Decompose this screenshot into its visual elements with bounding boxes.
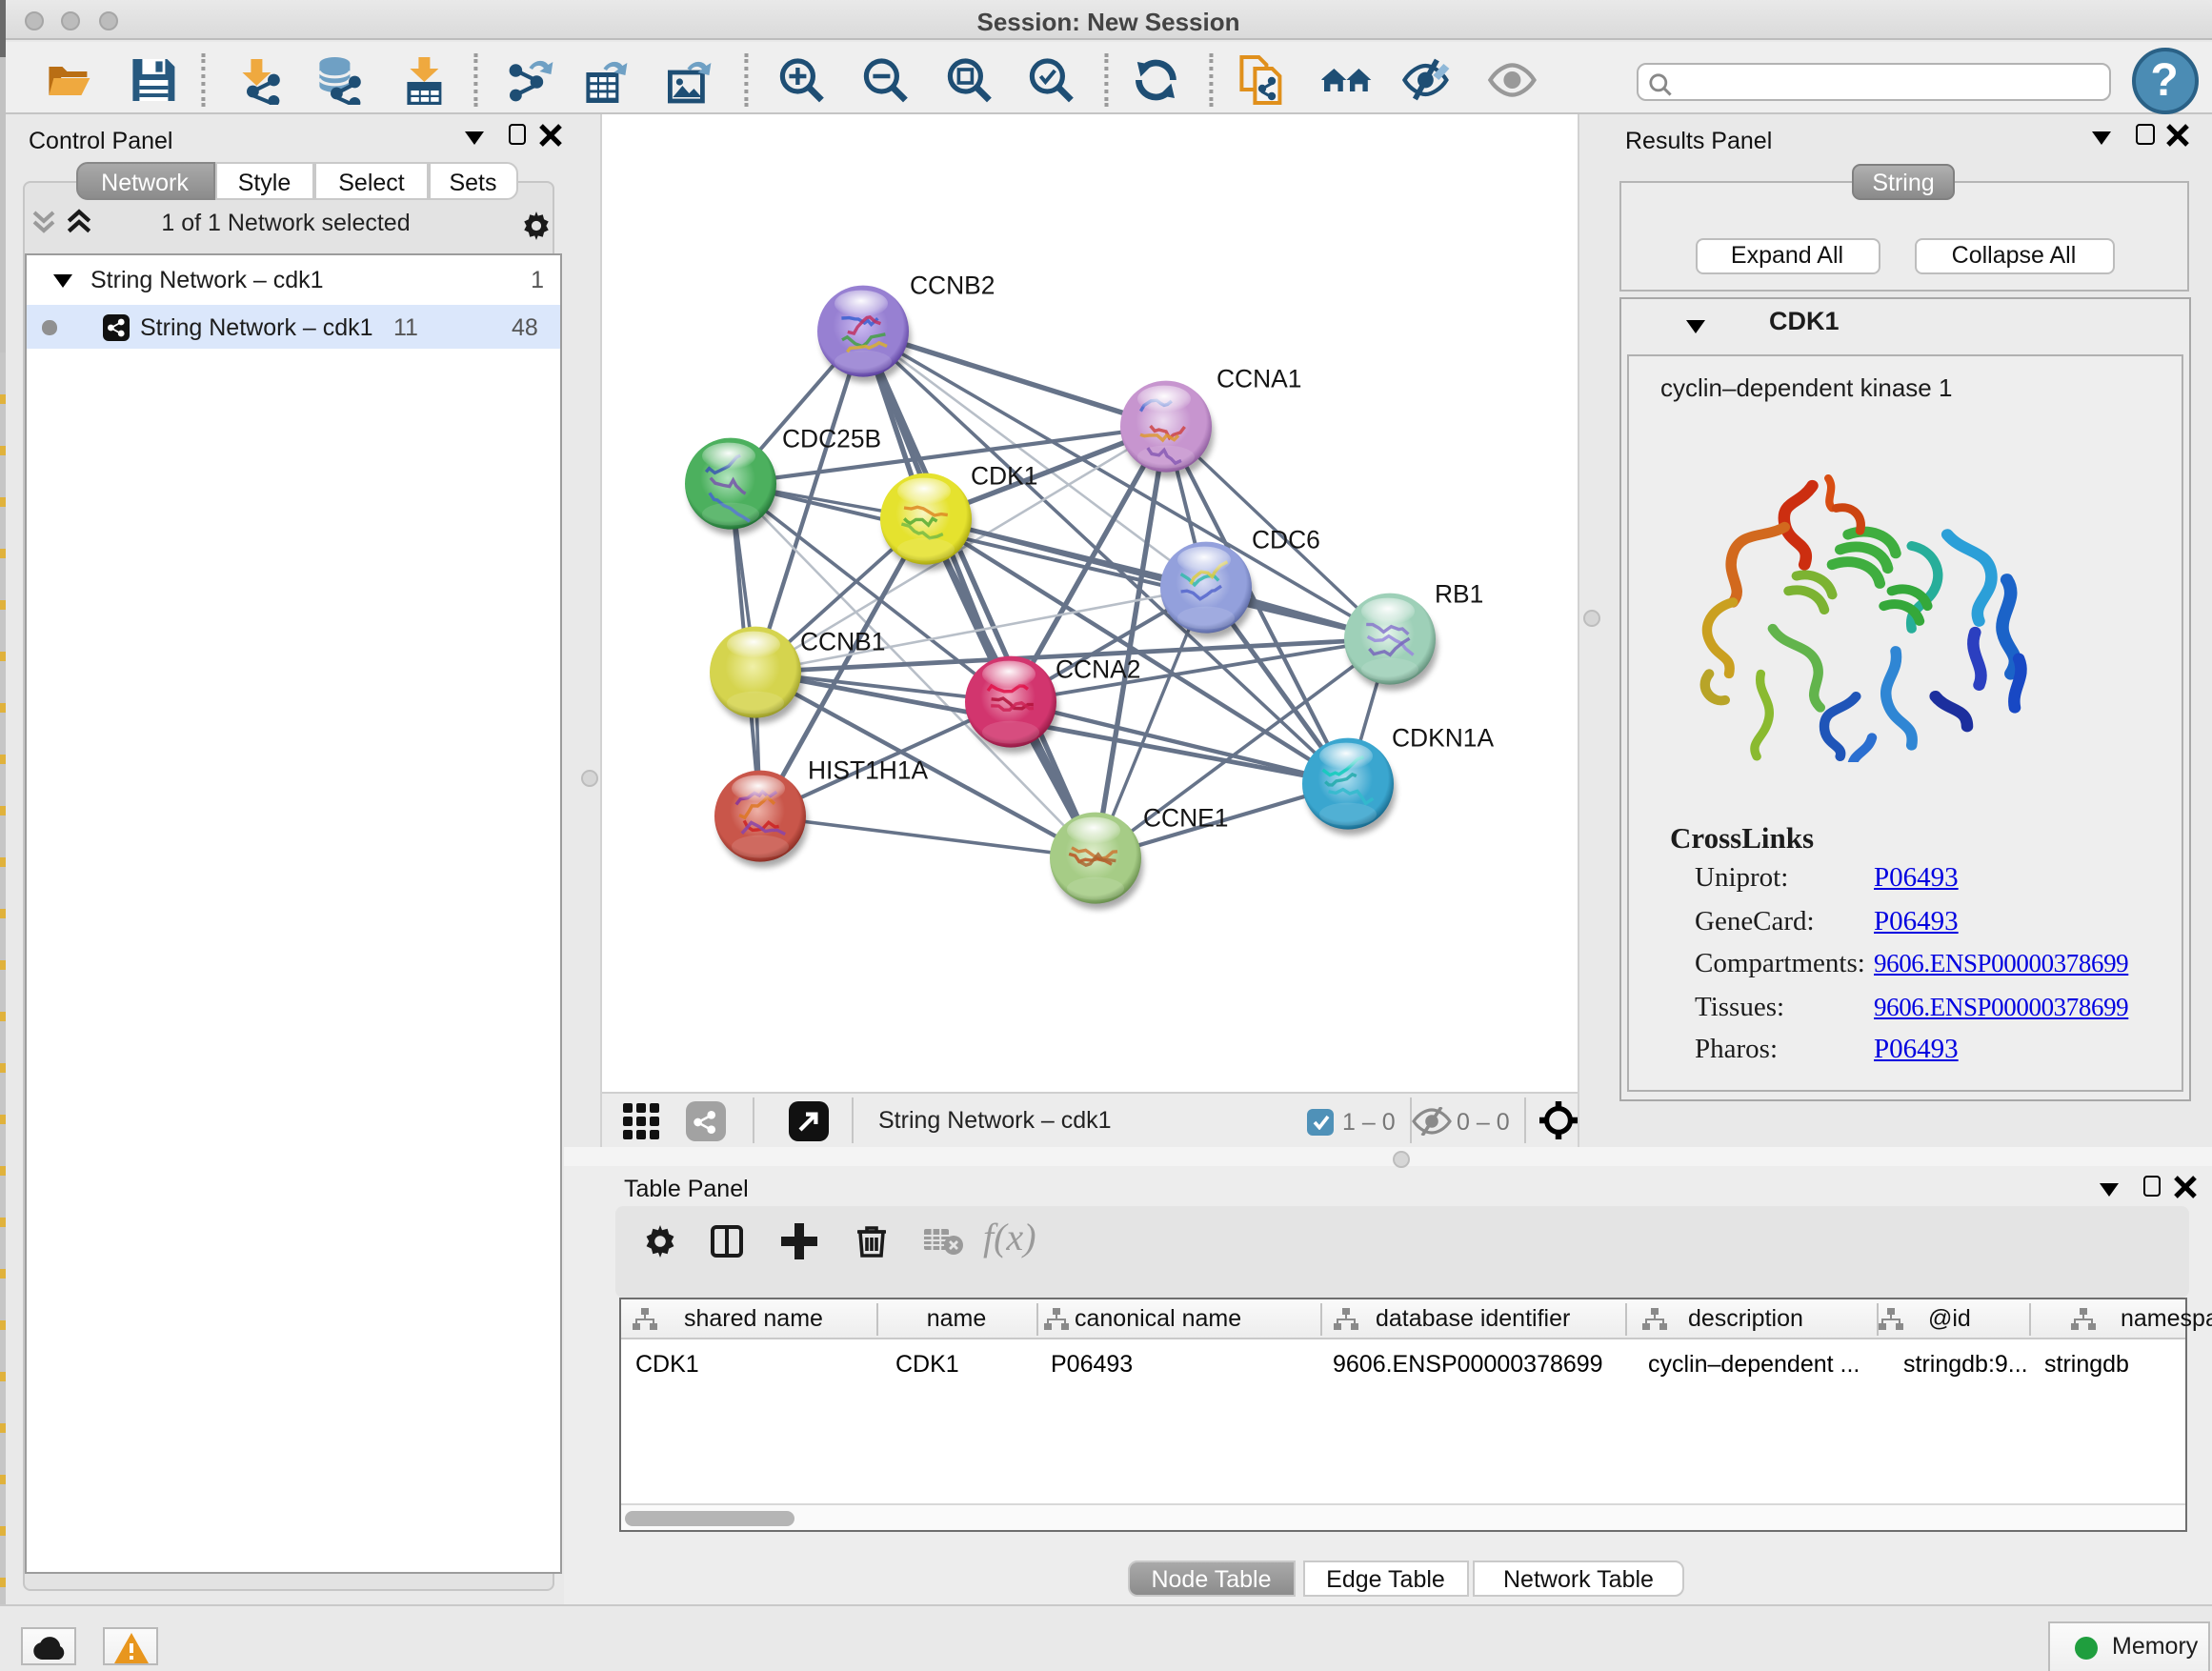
svg-text:HIST1H1A: HIST1H1A [807, 756, 928, 785]
svg-text:CCNB2: CCNB2 [909, 272, 994, 300]
svg-text:CDC6: CDC6 [1251, 526, 1319, 554]
svg-text:RB1: RB1 [1434, 580, 1482, 609]
svg-text:CCNA2: CCNA2 [1055, 655, 1139, 684]
svg-text:CDC25B: CDC25B [781, 425, 880, 453]
svg-text:CCNA1: CCNA1 [1216, 365, 1300, 393]
svg-text:CCNB1: CCNB1 [799, 628, 884, 656]
svg-text:CDK1: CDK1 [970, 462, 1036, 491]
svg-text:CCNE1: CCNE1 [1142, 804, 1227, 833]
svg-text:CDKN1A: CDKN1A [1391, 724, 1493, 753]
